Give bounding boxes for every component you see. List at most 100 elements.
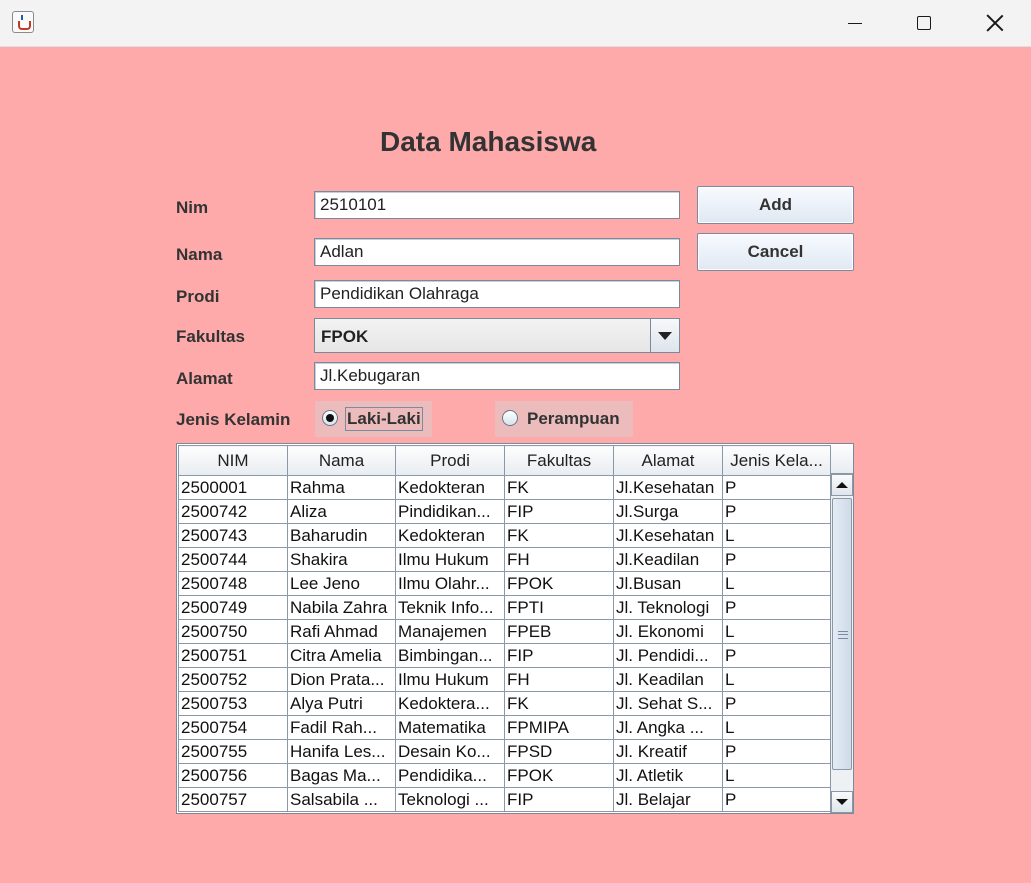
table-cell[interactable]: Kedoktera... [395, 691, 505, 716]
table-row[interactable]: 2500754 Fadil Rah... Matematika FPMIPA Jl. A… [178, 715, 831, 740]
table-cell[interactable]: Pindidikan... [395, 499, 505, 524]
table-row[interactable]: 2500742 Aliza Pindidikan... FIP Jl.Surga P [178, 499, 831, 524]
column-header[interactable]: Prodi [395, 445, 505, 476]
table-cell[interactable]: FPSD [504, 739, 614, 764]
table-row[interactable]: 2500756 Bagas Ma... Pendidika... FPOK Jl. At… [178, 763, 831, 788]
table-cell[interactable]: 2500753 [178, 691, 288, 716]
table-cell[interactable]: FPTI [504, 595, 614, 620]
table-cell[interactable]: 2500752 [178, 667, 288, 692]
table-cell[interactable]: Jl.Kesehatan [613, 523, 723, 548]
add-button[interactable]: Add [697, 186, 854, 224]
close-button[interactable] [960, 0, 1030, 46]
table-cell[interactable]: FIP [504, 787, 614, 812]
table-cell[interactable]: Bimbingan... [395, 643, 505, 668]
table-cell[interactable]: 2500749 [178, 595, 288, 620]
table-cell[interactable]: Jl. Angka ... [613, 715, 723, 740]
table-cell[interactable]: FIP [504, 499, 614, 524]
table-row[interactable]: 2500752 Dion Prata... Ilmu Hukum FH Jl. Kead… [178, 667, 831, 692]
table-cell[interactable]: Ilmu Olahr... [395, 571, 505, 596]
table-cell[interactable]: FPOK [504, 571, 614, 596]
table-row[interactable]: 2500749 Nabila Zahra Teknik Info... FPTI Jl.… [178, 595, 831, 620]
table-cell[interactable]: Jl. Keadilan [613, 667, 723, 692]
table-cell[interactable]: Hanifa Les... [287, 739, 396, 764]
table-cell[interactable]: Baharudin [287, 523, 396, 548]
table-cell[interactable]: Kedokteran [395, 523, 505, 548]
table-cell[interactable]: 2500756 [178, 763, 288, 788]
table-cell[interactable]: FH [504, 667, 614, 692]
student-table[interactable]: NIM Nama Prodi Fakultas Alamat Jenis Kela... … [176, 443, 854, 814]
table-row[interactable]: 2500001 Rahma Kedokteran FK Jl.Kesehatan P [178, 475, 831, 500]
scroll-thumb[interactable] [832, 498, 852, 770]
table-cell[interactable]: P [722, 475, 831, 500]
nim-field[interactable] [314, 191, 680, 219]
alamat-field[interactable] [314, 362, 680, 390]
chevron-down-icon[interactable] [650, 319, 679, 352]
table-cell[interactable]: Jl.Surga [613, 499, 723, 524]
table-cell[interactable]: Lee Jeno [287, 571, 396, 596]
java-cup-icon[interactable] [12, 11, 34, 33]
table-cell[interactable]: 2500001 [178, 475, 288, 500]
column-header[interactable]: Fakultas [504, 445, 614, 476]
table-cell[interactable]: P [722, 595, 831, 620]
table-cell[interactable]: P [722, 643, 831, 668]
table-cell[interactable]: 2500757 [178, 787, 288, 812]
table-cell[interactable]: L [722, 667, 831, 692]
table-row[interactable]: 2500744 Shakira Ilmu Hukum FH Jl.Keadilan P [178, 547, 831, 572]
table-cell[interactable]: Matematika [395, 715, 505, 740]
table-cell[interactable]: Bagas Ma... [287, 763, 396, 788]
table-cell[interactable]: L [722, 523, 831, 548]
table-cell[interactable]: Teknik Info... [395, 595, 505, 620]
table-cell[interactable]: 2500751 [178, 643, 288, 668]
table-cell[interactable]: P [722, 691, 831, 716]
table-row[interactable]: 2500750 Rafi Ahmad Manajemen FPEB Jl. Ekonom… [178, 619, 831, 644]
table-cell[interactable]: Rafi Ahmad [287, 619, 396, 644]
table-cell[interactable]: Desain Ko... [395, 739, 505, 764]
table-cell[interactable]: 2500750 [178, 619, 288, 644]
minimize-button[interactable] [820, 0, 890, 46]
table-cell[interactable]: FPEB [504, 619, 614, 644]
table-cell[interactable]: Pendidika... [395, 763, 505, 788]
table-cell[interactable]: Jl.Keadilan [613, 547, 723, 572]
table-cell[interactable]: Ilmu Hukum [395, 667, 505, 692]
maximize-button[interactable] [890, 0, 960, 46]
table-cell[interactable]: 2500748 [178, 571, 288, 596]
table-row[interactable]: 2500743 Baharudin Kedokteran FK Jl.Kesehatan… [178, 523, 831, 548]
table-cell[interactable]: Aliza [287, 499, 396, 524]
table-row[interactable]: 2500755 Hanifa Les... Desain Ko... FPSD Jl. … [178, 739, 831, 764]
table-cell[interactable]: Dion Prata... [287, 667, 396, 692]
table-row[interactable]: 2500757 Salsabila ... Teknologi ... FIP Jl. … [178, 787, 831, 812]
table-cell[interactable]: FK [504, 691, 614, 716]
table-cell[interactable]: Manajemen [395, 619, 505, 644]
table-cell[interactable]: Jl. Atletik [613, 763, 723, 788]
table-cell[interactable]: Kedokteran [395, 475, 505, 500]
column-header[interactable]: NIM [178, 445, 288, 476]
scroll-up-icon[interactable] [831, 474, 853, 496]
table-cell[interactable]: Alya Putri [287, 691, 396, 716]
radio-perampuan[interactable]: Perampuan [495, 401, 633, 437]
table-row[interactable]: 2500753 Alya Putri Kedoktera... FK Jl. Sehat… [178, 691, 831, 716]
scroll-down-icon[interactable] [831, 791, 853, 813]
table-cell[interactable]: L [722, 715, 831, 740]
table-cell[interactable]: L [722, 619, 831, 644]
table-cell[interactable]: 2500755 [178, 739, 288, 764]
table-cell[interactable]: P [722, 787, 831, 812]
table-cell[interactable]: FH [504, 547, 614, 572]
table-cell[interactable]: Shakira [287, 547, 396, 572]
table-cell[interactable]: Jl.Busan [613, 571, 723, 596]
table-cell[interactable]: FK [504, 475, 614, 500]
table-cell[interactable]: Jl. Pendidi... [613, 643, 723, 668]
table-cell[interactable]: 2500743 [178, 523, 288, 548]
table-cell[interactable]: Nabila Zahra [287, 595, 396, 620]
cancel-button[interactable]: Cancel [697, 233, 854, 271]
table-cell[interactable]: FPOK [504, 763, 614, 788]
table-row[interactable]: 2500751 Citra Amelia Bimbingan... FIP Jl. Pe… [178, 643, 831, 668]
table-cell[interactable]: Jl. Teknologi [613, 595, 723, 620]
table-cell[interactable]: Jl. Belajar [613, 787, 723, 812]
table-cell[interactable]: L [722, 763, 831, 788]
vertical-scrollbar[interactable] [830, 474, 853, 813]
table-cell[interactable]: FK [504, 523, 614, 548]
prodi-field[interactable] [314, 280, 680, 308]
table-cell[interactable]: Jl. Ekonomi [613, 619, 723, 644]
table-cell[interactable]: Jl.Kesehatan [613, 475, 723, 500]
table-cell[interactable]: 2500744 [178, 547, 288, 572]
